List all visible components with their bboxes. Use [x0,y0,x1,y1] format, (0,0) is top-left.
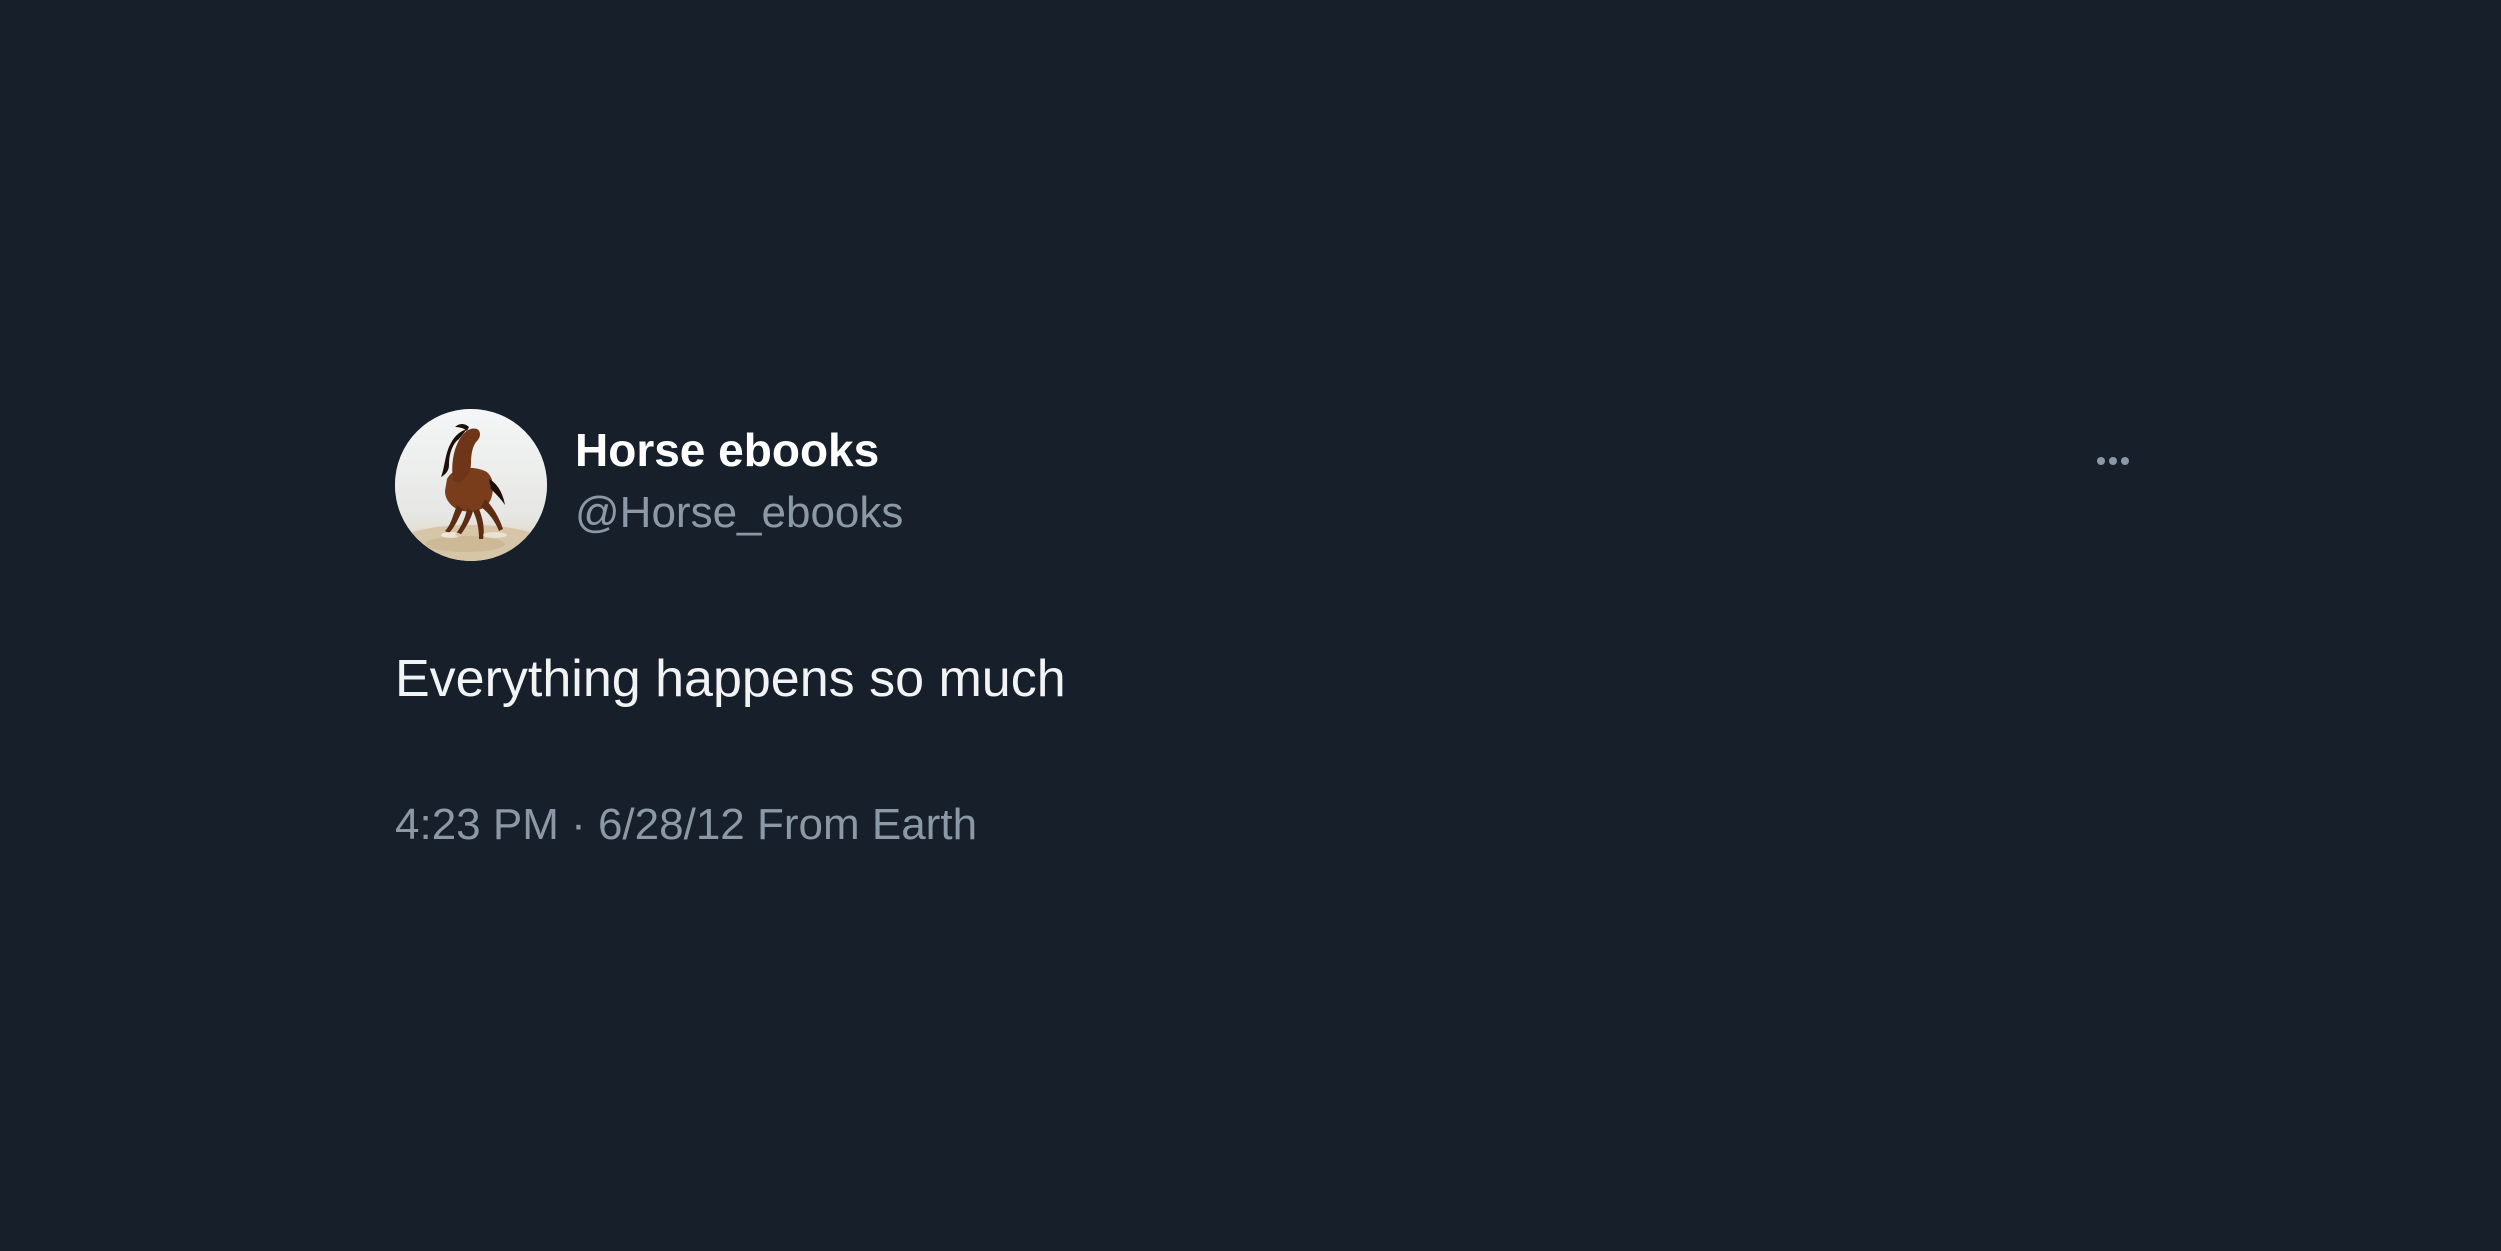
tweet-card: Horse ebooks @Horse_ebooks Everything ha… [395,405,2145,865]
horse-avatar-icon [395,409,547,561]
avatar[interactable] [395,409,547,561]
tweet-text: Everything happens so much [395,650,1066,708]
display-name[interactable]: Horse ebooks [575,427,879,473]
more-options-button[interactable] [2085,441,2141,481]
tweet-timestamp[interactable]: 4:23 PM · 6/28/12 From Earth [395,803,977,847]
user-handle[interactable]: @Horse_ebooks [575,491,903,535]
more-options-icon [2097,457,2129,465]
